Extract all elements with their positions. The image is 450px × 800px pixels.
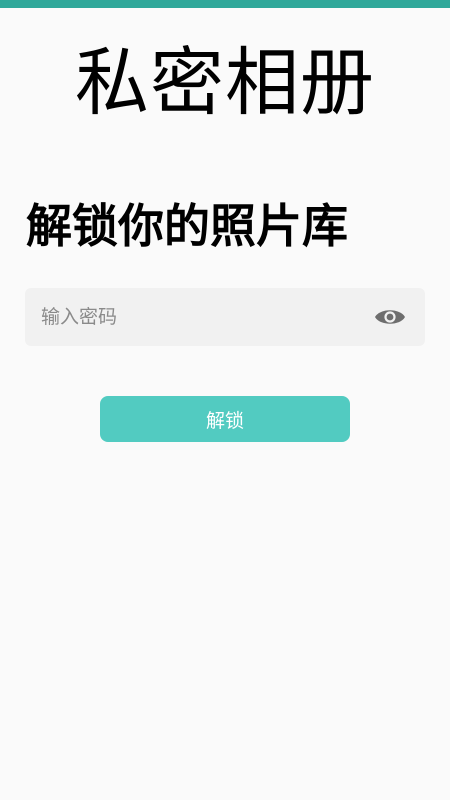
unlock-button[interactable]: 解锁 — [100, 396, 350, 442]
page-subtitle: 解锁你的照片库 — [26, 199, 348, 253]
app-title: 私密相册 — [75, 40, 375, 126]
status-bar — [0, 0, 450, 8]
password-field-container — [25, 288, 425, 346]
eye-icon[interactable] — [373, 303, 407, 331]
password-input[interactable] — [41, 288, 361, 346]
